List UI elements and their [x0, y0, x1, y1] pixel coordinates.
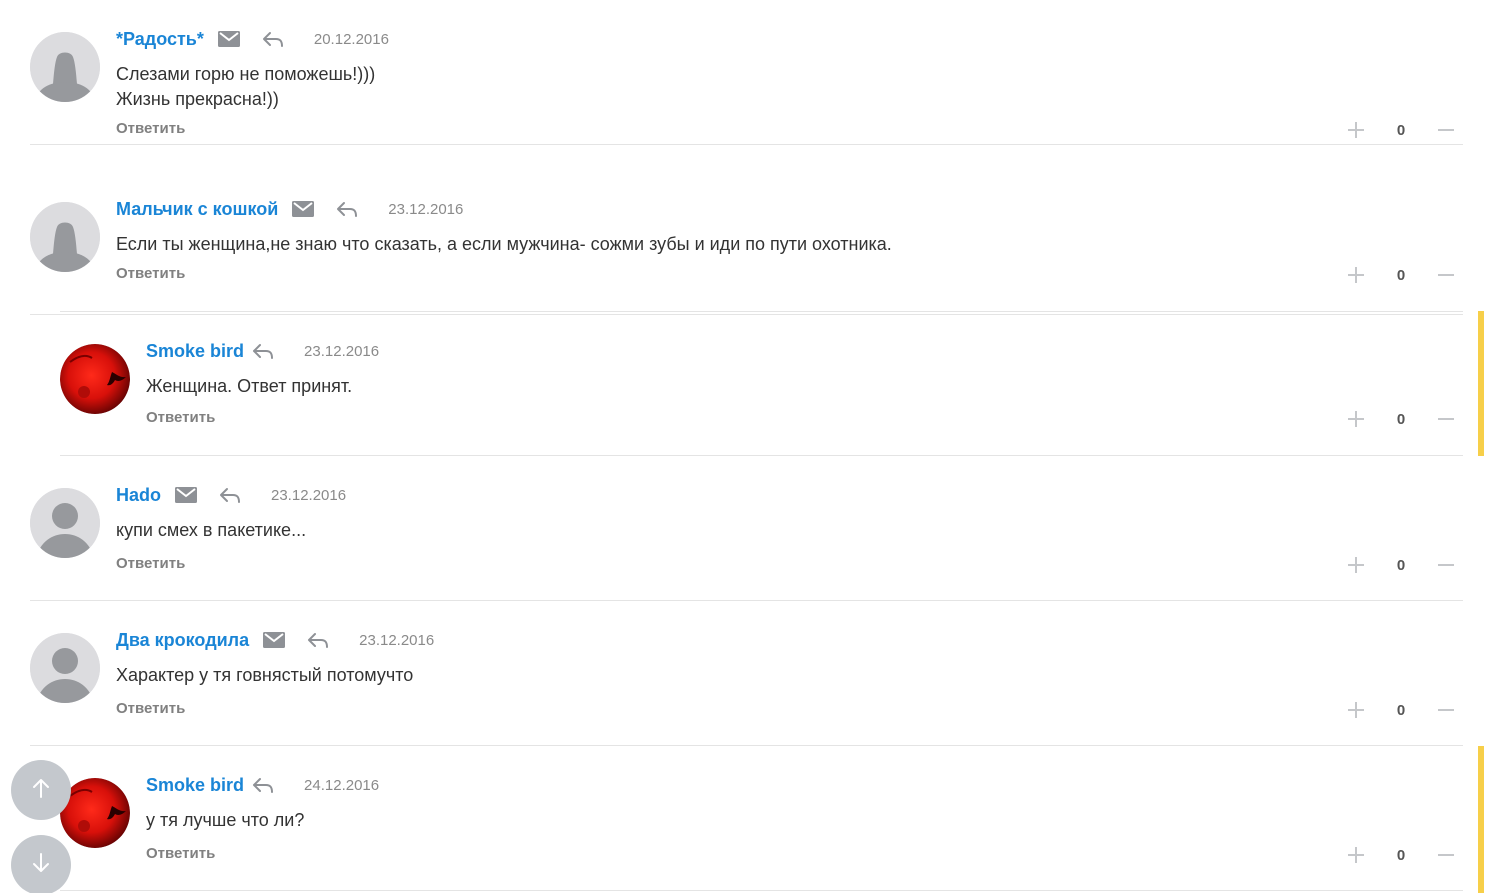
comment-author-link[interactable]: Два крокодила — [116, 630, 249, 651]
default-avatar-icon — [30, 633, 100, 703]
vote-count: 0 — [1396, 266, 1406, 284]
reply-arrow-icon[interactable] — [252, 777, 274, 793]
envelope-icon[interactable] — [292, 201, 315, 217]
minus-icon[interactable] — [1437, 410, 1455, 428]
comment-item: Мальчик с кошкой 23.12.2016 Если ты женщ… — [30, 170, 1463, 315]
vote-controls: 0 — [1347, 120, 1455, 140]
vote-count: 0 — [1396, 410, 1406, 428]
comment-author-link[interactable]: Smoke bird — [146, 341, 244, 362]
vote-count: 0 — [1396, 846, 1406, 864]
envelope-icon[interactable] — [263, 632, 286, 648]
vote-controls: 0 — [1347, 265, 1455, 285]
default-avatar-icon — [30, 488, 100, 558]
vote-count: 0 — [1396, 121, 1406, 139]
plus-icon[interactable] — [1347, 701, 1365, 719]
new-comment-highlight-bar — [1478, 311, 1484, 456]
comment-text: Если ты женщина,не знаю что сказать, а е… — [116, 234, 892, 254]
scroll-up-button[interactable] — [11, 760, 71, 820]
reply-button[interactable]: Ответить — [146, 845, 215, 862]
comment-text: купи смех в пакетике... — [116, 520, 307, 540]
vote-controls: 0 — [1347, 555, 1455, 575]
comment-date: 23.12.2016 — [304, 342, 380, 360]
minus-icon[interactable] — [1437, 266, 1455, 284]
comment-item: Hado 23.12.2016 купи смех в пакетике... … — [30, 456, 1463, 601]
reply-arrow-icon[interactable] — [336, 201, 358, 217]
comment-item: Два крокодила 23.12.2016 Характер у тя г… — [30, 601, 1463, 746]
minus-icon[interactable] — [1437, 121, 1455, 139]
comment-date: 24.12.2016 — [304, 776, 380, 794]
comment-reply-item: Smoke bird 24.12.2016 у тя лучше что ли?… — [60, 746, 1463, 891]
reply-button[interactable]: Ответить — [146, 409, 215, 426]
comment-text: у тя лучше что ли? — [146, 810, 305, 830]
reply-arrow-icon[interactable] — [262, 31, 284, 47]
envelope-icon[interactable] — [175, 487, 197, 503]
minus-icon[interactable] — [1437, 701, 1455, 719]
comment-reply-item: Smoke bird 23.12.2016 Женщина. Ответ при… — [60, 311, 1463, 456]
comment-author-link[interactable]: Smoke bird — [146, 775, 244, 796]
comment-text: Женщина. Ответ принят. — [146, 376, 353, 396]
arrow-up-icon — [32, 778, 50, 803]
plus-icon[interactable] — [1347, 556, 1365, 574]
reply-button[interactable]: Ответить — [116, 555, 185, 572]
vote-controls: 0 — [1347, 845, 1455, 865]
vote-controls: 0 — [1347, 409, 1455, 429]
new-comment-highlight-bar — [1478, 746, 1484, 893]
reply-arrow-icon[interactable] — [307, 632, 329, 648]
vote-count: 0 — [1396, 556, 1406, 574]
reply-button[interactable]: Ответить — [116, 265, 185, 282]
comment-author-link[interactable]: *Радость* — [116, 29, 204, 50]
comment-text: Характер у тя говнястый потомучто — [116, 665, 414, 685]
comment-item: *Радость* 20.12.2016 Слезами горю не пом… — [30, 0, 1463, 145]
plus-icon[interactable] — [1347, 266, 1365, 284]
reply-button[interactable]: Ответить — [116, 120, 185, 137]
vote-controls: 0 — [1347, 700, 1455, 720]
envelope-icon[interactable] — [217, 31, 240, 47]
comment-author-link[interactable]: Мальчик с кошкой — [116, 199, 278, 220]
default-avatar-icon — [30, 32, 100, 102]
plus-icon[interactable] — [1347, 410, 1365, 428]
comment-date: 23.12.2016 — [359, 631, 435, 649]
comment-date: 23.12.2016 — [388, 200, 464, 218]
plus-icon[interactable] — [1347, 121, 1365, 139]
reply-arrow-icon[interactable] — [252, 343, 274, 359]
default-avatar-icon — [30, 202, 100, 272]
comment-date: 23.12.2016 — [271, 486, 347, 504]
arrow-down-icon — [32, 852, 50, 878]
minus-icon[interactable] — [1437, 846, 1455, 864]
comment-author-link[interactable]: Hado — [116, 485, 161, 506]
vote-count: 0 — [1396, 701, 1406, 719]
comment-date: 20.12.2016 — [313, 30, 389, 48]
plus-icon[interactable] — [1347, 846, 1365, 864]
scroll-down-button[interactable] — [11, 835, 71, 893]
reply-button[interactable]: Ответить — [116, 700, 185, 717]
user-photo — [60, 344, 130, 414]
comment-text: Слезами горю не поможешь!))) Жизнь прекр… — [116, 64, 376, 109]
minus-icon[interactable] — [1437, 556, 1455, 574]
reply-arrow-icon[interactable] — [219, 487, 241, 503]
